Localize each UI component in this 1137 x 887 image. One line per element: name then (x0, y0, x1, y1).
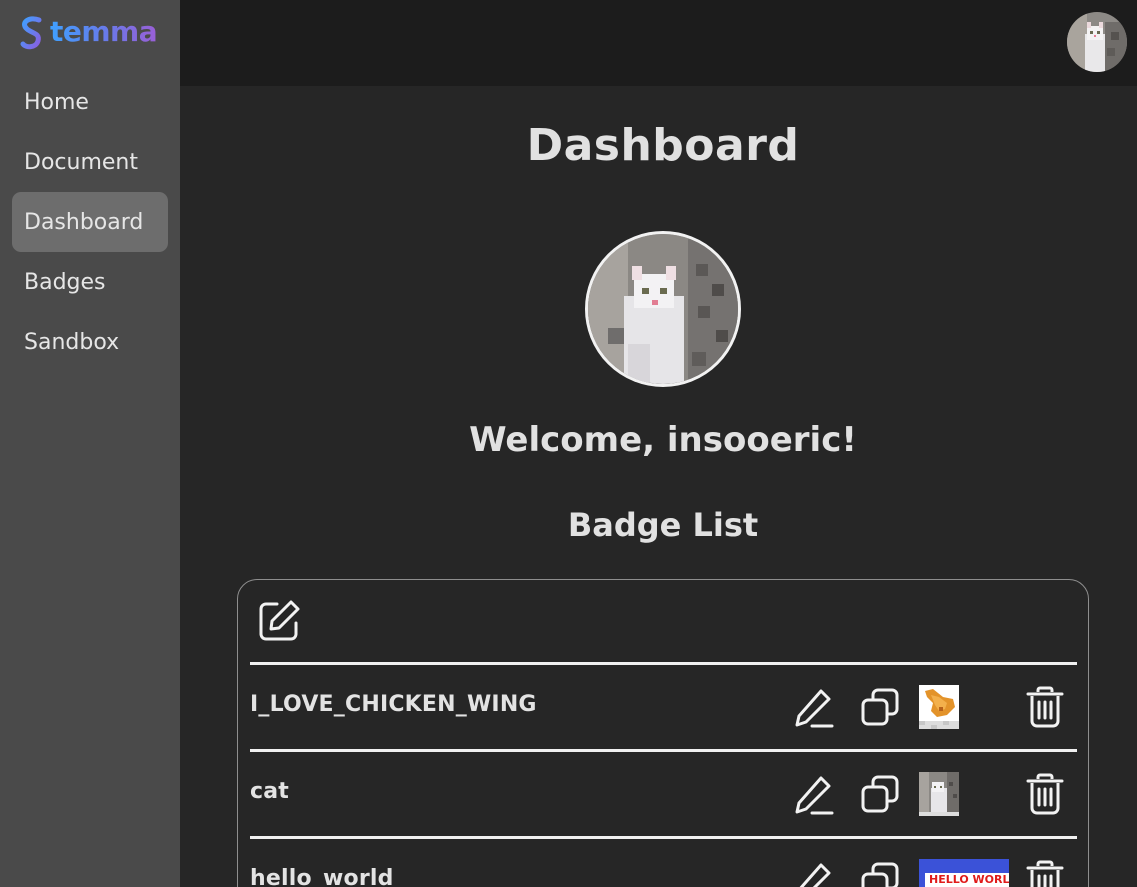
copy-badge-button[interactable] (860, 774, 900, 814)
pencil-icon (795, 776, 834, 815)
sidebar: temma Home Document Dashboard Badges San… (0, 0, 180, 887)
edit-badge-button[interactable] (794, 861, 834, 887)
page-title: Dashboard (526, 120, 800, 171)
badge-name: hello_world (250, 866, 394, 887)
badge-row: I_LOVE_CHICKEN_WING (250, 662, 1077, 749)
badge-image-chicken-wing (919, 685, 959, 729)
badge-name: I_LOVE_CHICKEN_WING (250, 692, 537, 717)
sidebar-item-dashboard[interactable]: Dashboard (12, 192, 168, 252)
chicken-wing-image (919, 685, 959, 729)
badge-row: hello_world HELLO WORLD (250, 836, 1077, 887)
edit-square-icon (259, 600, 300, 641)
welcome-message: Welcome, insooeric! (469, 420, 857, 460)
badge-row: cat (250, 749, 1077, 836)
badge-list-panel: I_LOVE_CHICKEN_WING cat hello_world HELL… (237, 579, 1089, 887)
copy-icon (861, 688, 899, 726)
user-avatar[interactable] (1067, 12, 1127, 72)
sidebar-nav: Home Document Dashboard Badges Sandbox (12, 72, 168, 372)
copy-icon (861, 775, 899, 813)
cat-avatar-icon (1067, 12, 1127, 72)
main-content: Dashboard Welcome, insooeric! Badge List (180, 86, 1137, 887)
sidebar-item-sandbox[interactable]: Sandbox (12, 312, 168, 372)
logo-text: temma (50, 14, 158, 48)
copy-badge-button[interactable] (860, 687, 900, 727)
temma-logo-icon (20, 16, 42, 50)
profile-picture (585, 231, 741, 387)
edit-badge-button[interactable] (794, 687, 834, 729)
trash-icon (1026, 773, 1064, 815)
new-badge-button[interactable] (256, 598, 302, 644)
cat-image (919, 772, 959, 816)
pencil-icon (799, 863, 831, 887)
badge-image-cat (919, 772, 959, 816)
hello-world-image-text: HELLO WORLD (925, 873, 1009, 887)
delete-badge-button[interactable] (1026, 860, 1064, 887)
delete-badge-button[interactable] (1026, 686, 1064, 728)
copy-icon (861, 862, 899, 887)
sidebar-item-badges[interactable]: Badges (12, 252, 168, 312)
sidebar-item-document[interactable]: Document (12, 132, 168, 192)
cat-profile-icon (588, 234, 738, 384)
badge-name: cat (250, 779, 290, 804)
pencil-icon (795, 689, 834, 728)
copy-badge-button[interactable] (860, 861, 900, 887)
badge-list-title: Badge List (567, 506, 759, 544)
edit-badge-button[interactable] (794, 774, 834, 816)
trash-icon (1026, 686, 1064, 728)
badge-image-hello-world: HELLO WORLD (919, 859, 1009, 887)
app-logo[interactable]: temma (17, 14, 158, 54)
top-bar (180, 0, 1137, 86)
trash-icon (1026, 860, 1064, 887)
sidebar-item-home[interactable]: Home (12, 72, 168, 132)
delete-badge-button[interactable] (1026, 773, 1064, 815)
